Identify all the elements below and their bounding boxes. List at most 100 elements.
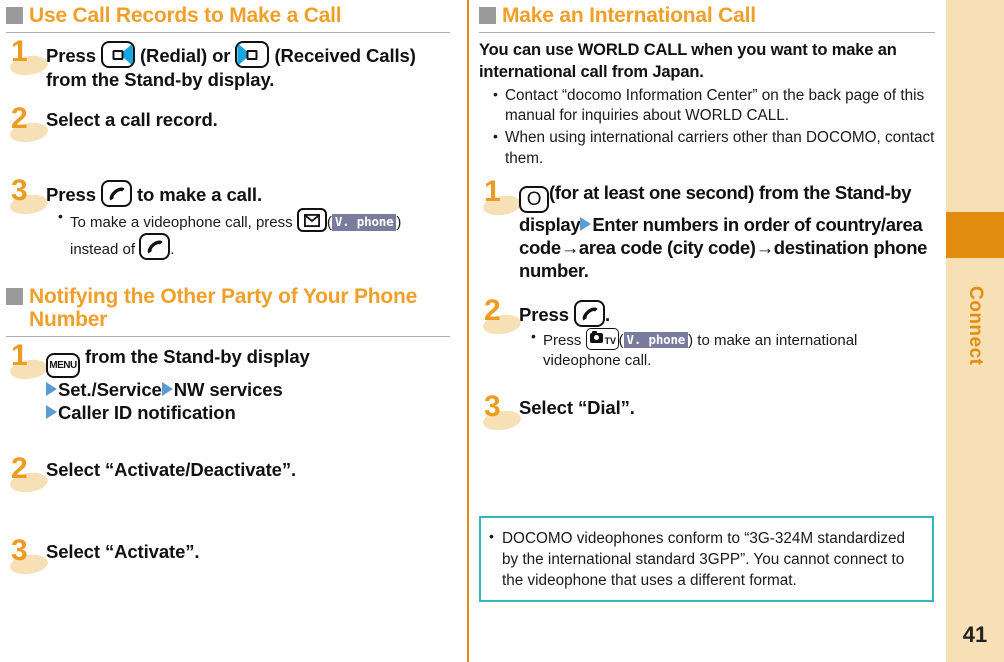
step-2: 2 Select “Activate/Deactivate”. bbox=[6, 451, 450, 497]
camera-tv-label: TV bbox=[604, 335, 617, 346]
step-text-menu-path: Set./Service NW services bbox=[46, 378, 450, 401]
step-3: 3 Press to make a call. T bbox=[6, 174, 450, 261]
bullet-text-a: Press bbox=[543, 331, 582, 349]
intro-bullet-list: Contact “docomo Information Center” on t… bbox=[479, 85, 935, 170]
step-text: Select “Activate/Deactivate”. bbox=[46, 458, 297, 480]
note-box: DOCOMO videophones conform to “3G-324M s… bbox=[479, 516, 934, 603]
section-use-call-records: Use Call Records to Make a Call 1 Press bbox=[6, 4, 450, 261]
step-number-digit: 2 bbox=[484, 293, 501, 327]
step-number-badge: 2 bbox=[479, 293, 523, 339]
v-phone-badge: V. phone bbox=[623, 331, 689, 348]
step-text-part1: Press bbox=[46, 184, 96, 206]
step-number-digit: 1 bbox=[11, 35, 28, 69]
step-3: 3 Select “Dial”. bbox=[479, 389, 935, 435]
step-number-badge: 3 bbox=[6, 533, 50, 579]
note-box-text: DOCOMO videophones conform to “3G-324M s… bbox=[489, 527, 922, 591]
call-key-icon bbox=[100, 180, 132, 208]
step-number-digit: 3 bbox=[11, 533, 28, 567]
section-bullet-square-icon bbox=[6, 7, 23, 24]
step-text: Select a call record. bbox=[46, 109, 218, 131]
mail-key-icon bbox=[296, 208, 327, 233]
camera-lens bbox=[593, 335, 599, 341]
call-key-icon bbox=[573, 299, 605, 327]
step-text-line1: from the Stand-by display bbox=[85, 346, 310, 368]
step-number-digit: 2 bbox=[11, 102, 28, 136]
section-header: Use Call Records to Make a Call bbox=[6, 4, 450, 29]
step-text: O (for at least one second) from the Stan… bbox=[519, 181, 935, 283]
step-1: 1 Press (Redial) or (Received Calls) fro… bbox=[6, 35, 450, 91]
step-number-badge: 3 bbox=[6, 174, 50, 219]
step-text: Press . bbox=[519, 299, 935, 327]
step-body: O (for at least one second) from the Stan… bbox=[519, 180, 935, 283]
section-rule bbox=[6, 31, 450, 34]
step-bullets: Press TV (V. phone) to make an internati… bbox=[519, 327, 935, 371]
section-title: Use Call Records to Make a Call bbox=[29, 4, 342, 27]
step-text-part2: . bbox=[604, 303, 610, 325]
menu-item-caller-id: Caller ID notification bbox=[58, 402, 236, 424]
step-number-digit: 1 bbox=[484, 174, 501, 208]
menu-item-set-service: Set./Service bbox=[58, 379, 162, 401]
section-bullet-square-icon bbox=[479, 7, 496, 24]
camera-tv-key-icon: TV bbox=[585, 327, 619, 350]
manual-page: Use Call Records to Make a Call 1 Press bbox=[0, 0, 1004, 662]
step-2: 2 Select a call record. bbox=[6, 102, 450, 147]
intro-bullet-1: Contact “docomo Information Center” on t… bbox=[493, 85, 935, 128]
menu-item-nw-services: NW services bbox=[173, 379, 283, 401]
step-bullets: To make a videophone call, press (V. pho… bbox=[46, 207, 450, 261]
page-number: 41 bbox=[962, 622, 988, 647]
blue-triangle-arrow-icon bbox=[46, 382, 57, 397]
step-number-digit: 2 bbox=[11, 451, 28, 485]
bullet-international-videophone: Press TV (V. phone) to make an internati… bbox=[531, 327, 935, 371]
step-text-part1: Press bbox=[46, 45, 96, 67]
step-text: Select “Dial”. bbox=[519, 396, 635, 418]
redial-key-square bbox=[112, 49, 124, 60]
received-calls-key-icon bbox=[235, 41, 270, 69]
step-number-digit: 3 bbox=[11, 174, 28, 208]
intro-bullet-2: When using international carriers other … bbox=[493, 127, 935, 170]
step-3: 3 Select “Activate”. bbox=[6, 533, 450, 579]
received-calls-key-square bbox=[246, 49, 258, 60]
blue-triangle-arrow-icon bbox=[580, 216, 592, 231]
blue-triangle-arrow-icon bbox=[46, 405, 57, 420]
step-number-digit: 3 bbox=[484, 389, 501, 423]
section-rule bbox=[479, 31, 935, 34]
step-number-badge: 1 bbox=[6, 339, 50, 384]
step-text-part2: to make a call. bbox=[137, 184, 262, 206]
step-text: MENU from the Stand-by display bbox=[46, 345, 450, 379]
step-body: Select “Activate/Deactivate”. bbox=[46, 457, 450, 481]
section-header: Make an International Call bbox=[479, 4, 935, 29]
chapter-rail-label: Connect bbox=[965, 286, 986, 366]
step-number-badge: 2 bbox=[6, 451, 50, 497]
section-notifying-phone-number: Notifying the Other Party of Your Phone … bbox=[6, 285, 450, 579]
bullet-videophone: To make a videophone call, press (V. pho… bbox=[58, 207, 450, 261]
step-body: Select “Activate”. bbox=[46, 539, 450, 563]
section-international-call: Make an International Call You can use W… bbox=[479, 4, 935, 435]
left-column: Use Call Records to Make a Call 1 Press bbox=[0, 0, 458, 662]
step-body: Press to make a call. To make a videopho… bbox=[46, 179, 450, 261]
step-text: Press (Redial) or (Received Calls) from … bbox=[46, 41, 450, 91]
step-1: 1 MENU from the Stand-by display Set./Se… bbox=[6, 339, 450, 425]
step-number-digit: 1 bbox=[11, 339, 28, 373]
zero-key-icon: O bbox=[519, 185, 549, 213]
step-body: MENU from the Stand-by display Set./Serv… bbox=[46, 344, 450, 425]
step-body: Select a call record. bbox=[46, 107, 450, 131]
step-2: 2 Press . Press bbox=[479, 293, 935, 371]
step-number-badge: 1 bbox=[6, 35, 50, 80]
step-1: 1 O (for at least one second) from the St… bbox=[479, 174, 935, 283]
bullet-text-a: To make a videophone call, press bbox=[70, 214, 293, 232]
v-phone-badge: V. phone bbox=[331, 214, 397, 231]
step-text: Press to make a call. bbox=[46, 180, 450, 208]
chapter-rail-marker bbox=[946, 212, 1004, 258]
call-key-icon bbox=[139, 233, 171, 261]
section-title: Make an International Call bbox=[502, 4, 756, 27]
intro-paragraph: You can use WORLD CALL when you want to … bbox=[479, 41, 897, 81]
step-text-part1: Press bbox=[519, 303, 569, 325]
redial-key-icon bbox=[100, 41, 135, 69]
